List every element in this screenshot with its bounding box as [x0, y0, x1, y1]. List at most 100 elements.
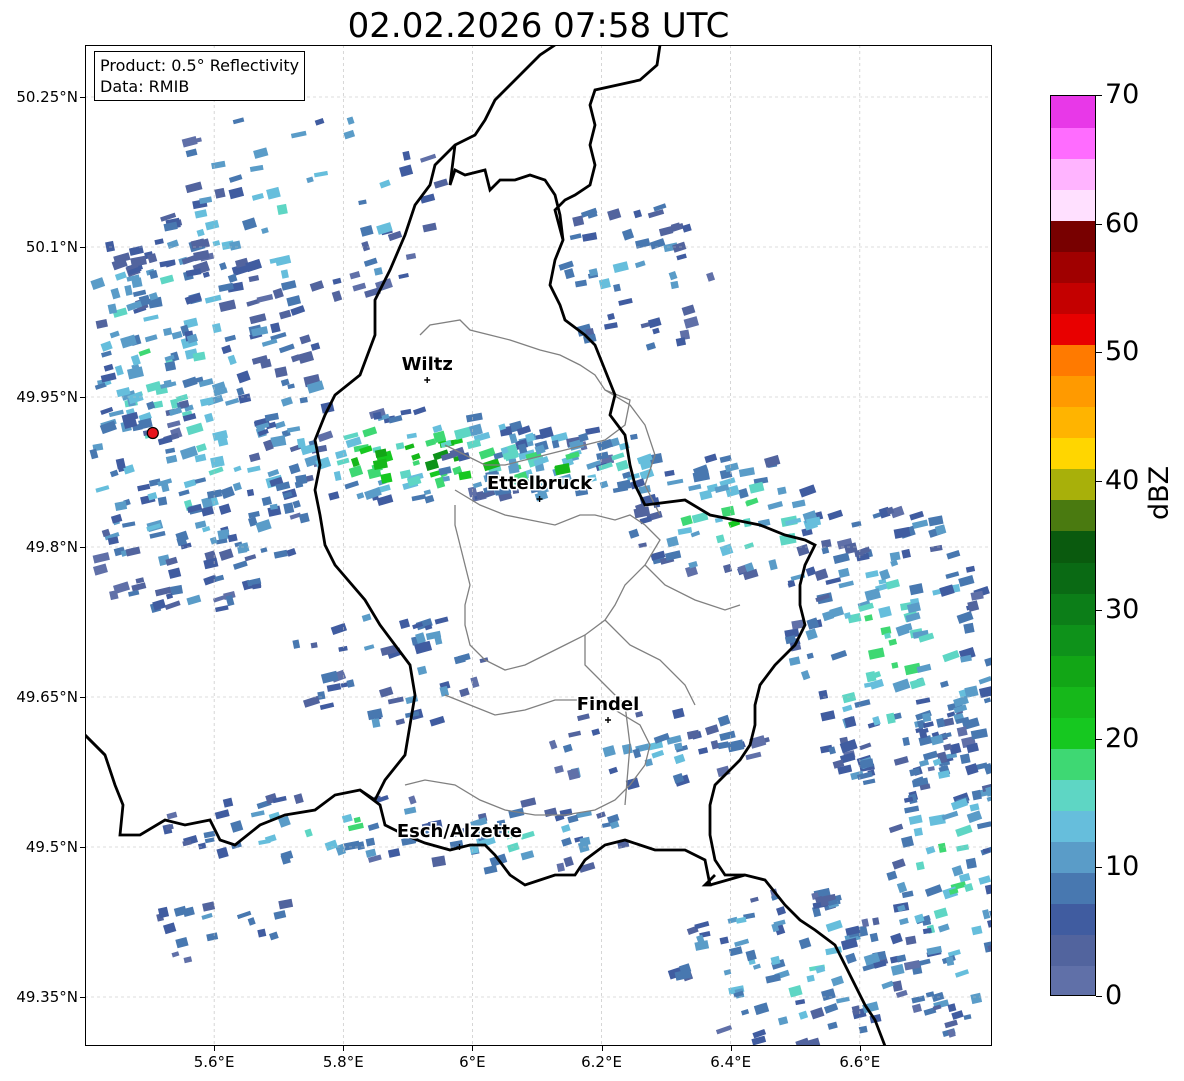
echo-cell	[798, 1010, 809, 1020]
echo-cell	[288, 463, 301, 475]
echo-cell	[249, 164, 264, 173]
country-border-germany-north	[553, 45, 662, 241]
echo-cell	[672, 707, 685, 720]
echo-cell	[356, 492, 365, 500]
echo-cell	[899, 917, 909, 926]
colorbar-tick-label: 60	[1105, 207, 1140, 239]
lon-tick-label: 6.2°E	[581, 1053, 622, 1071]
echo-cell	[286, 295, 302, 307]
echo-cell	[775, 906, 787, 916]
echo-cell	[422, 222, 437, 233]
echo-cell	[412, 460, 420, 467]
echo-cell	[928, 515, 944, 527]
echo-cell	[211, 160, 226, 170]
colorbar-segment	[1051, 375, 1095, 408]
colorbar-segment	[1051, 965, 1095, 995]
echo-cell	[294, 480, 304, 489]
echo-cell	[666, 478, 684, 486]
colorbar	[1050, 95, 1096, 996]
echo-cell	[677, 527, 693, 536]
colorbar-tick-label: 10	[1105, 851, 1140, 883]
echo-cell	[833, 552, 850, 564]
echo-cell	[904, 805, 920, 814]
echo-cell	[278, 898, 294, 910]
echo-cell	[745, 949, 757, 962]
echo-cell	[270, 435, 287, 448]
echo-cell	[717, 741, 730, 750]
echo-cell	[256, 294, 274, 303]
echo-cell	[352, 282, 367, 292]
echo-cell	[154, 238, 164, 245]
echo-cell	[328, 491, 340, 501]
echo-cell	[704, 453, 718, 464]
echo-cell	[95, 319, 108, 329]
echo-cell	[888, 638, 898, 646]
echo-cell	[360, 224, 374, 237]
echo-cell	[261, 227, 269, 234]
echo-cell	[137, 483, 151, 492]
echo-cell	[621, 743, 633, 755]
echo-cell	[602, 745, 616, 758]
echo-cell	[912, 519, 929, 530]
echo-cell	[668, 271, 678, 281]
echo-cell	[236, 370, 251, 384]
echo-cell	[186, 422, 204, 436]
echo-cell	[478, 447, 496, 460]
echo-cell	[563, 856, 574, 868]
echo-cell	[425, 438, 437, 447]
echo-cell	[255, 519, 272, 533]
echo-cell	[901, 548, 911, 559]
echo-cell	[293, 793, 304, 805]
echo-cell	[941, 810, 959, 821]
echo-cell	[100, 340, 113, 352]
radar-map[interactable]: Wiltz Ettelbruck Findel Esch/Alzette	[85, 45, 992, 1046]
info-box: Product: 0.5° Reflectivity Data: RMIB	[94, 51, 306, 101]
echo-cell	[274, 366, 288, 378]
echo-cell	[214, 809, 230, 820]
echo-cell	[891, 661, 899, 669]
echo-cell	[940, 680, 949, 688]
colorbar-tick-mark	[1096, 609, 1102, 611]
echo-cell	[520, 850, 535, 861]
echo-cell	[204, 837, 215, 844]
echo-cell	[454, 426, 472, 440]
echo-cell	[896, 954, 907, 963]
echo-cell	[228, 186, 245, 200]
echo-cell	[109, 330, 120, 339]
echo-cell	[869, 932, 879, 943]
echo-cell	[596, 811, 606, 819]
echo-cell	[292, 639, 301, 649]
echo-cell	[694, 921, 710, 930]
echo-cell	[399, 618, 411, 629]
echo-cell	[599, 480, 609, 489]
echo-cell	[274, 420, 286, 430]
echo-cell	[99, 420, 117, 435]
echo-cell	[821, 988, 836, 1002]
echo-cell	[890, 932, 903, 945]
echo-cell	[741, 1009, 750, 1016]
echo-cell	[131, 277, 143, 289]
echo-cell	[951, 865, 964, 877]
echo-cell	[465, 412, 483, 423]
echo-cell	[273, 910, 287, 920]
echo-cell	[978, 875, 992, 885]
lon-tick-mark	[343, 1046, 345, 1051]
echo-cell	[214, 574, 225, 582]
echo-cell	[211, 322, 222, 334]
echo-cell	[798, 484, 817, 498]
echo-cell	[652, 327, 660, 335]
echo-cell	[309, 280, 325, 292]
radar-site-marker	[146, 426, 159, 440]
echo-cell	[387, 696, 404, 705]
colorbar-segment	[1051, 406, 1095, 439]
echo-cell	[196, 228, 205, 237]
echo-cell	[299, 334, 312, 345]
echo-cell	[810, 1007, 825, 1020]
echo-cell	[143, 314, 159, 322]
colorbar-segment	[1051, 189, 1095, 221]
echo-cell	[92, 552, 110, 564]
echo-cell	[166, 420, 181, 429]
colorbar-segment	[1051, 593, 1095, 625]
echo-cell	[264, 412, 279, 422]
echo-cell	[90, 277, 106, 290]
